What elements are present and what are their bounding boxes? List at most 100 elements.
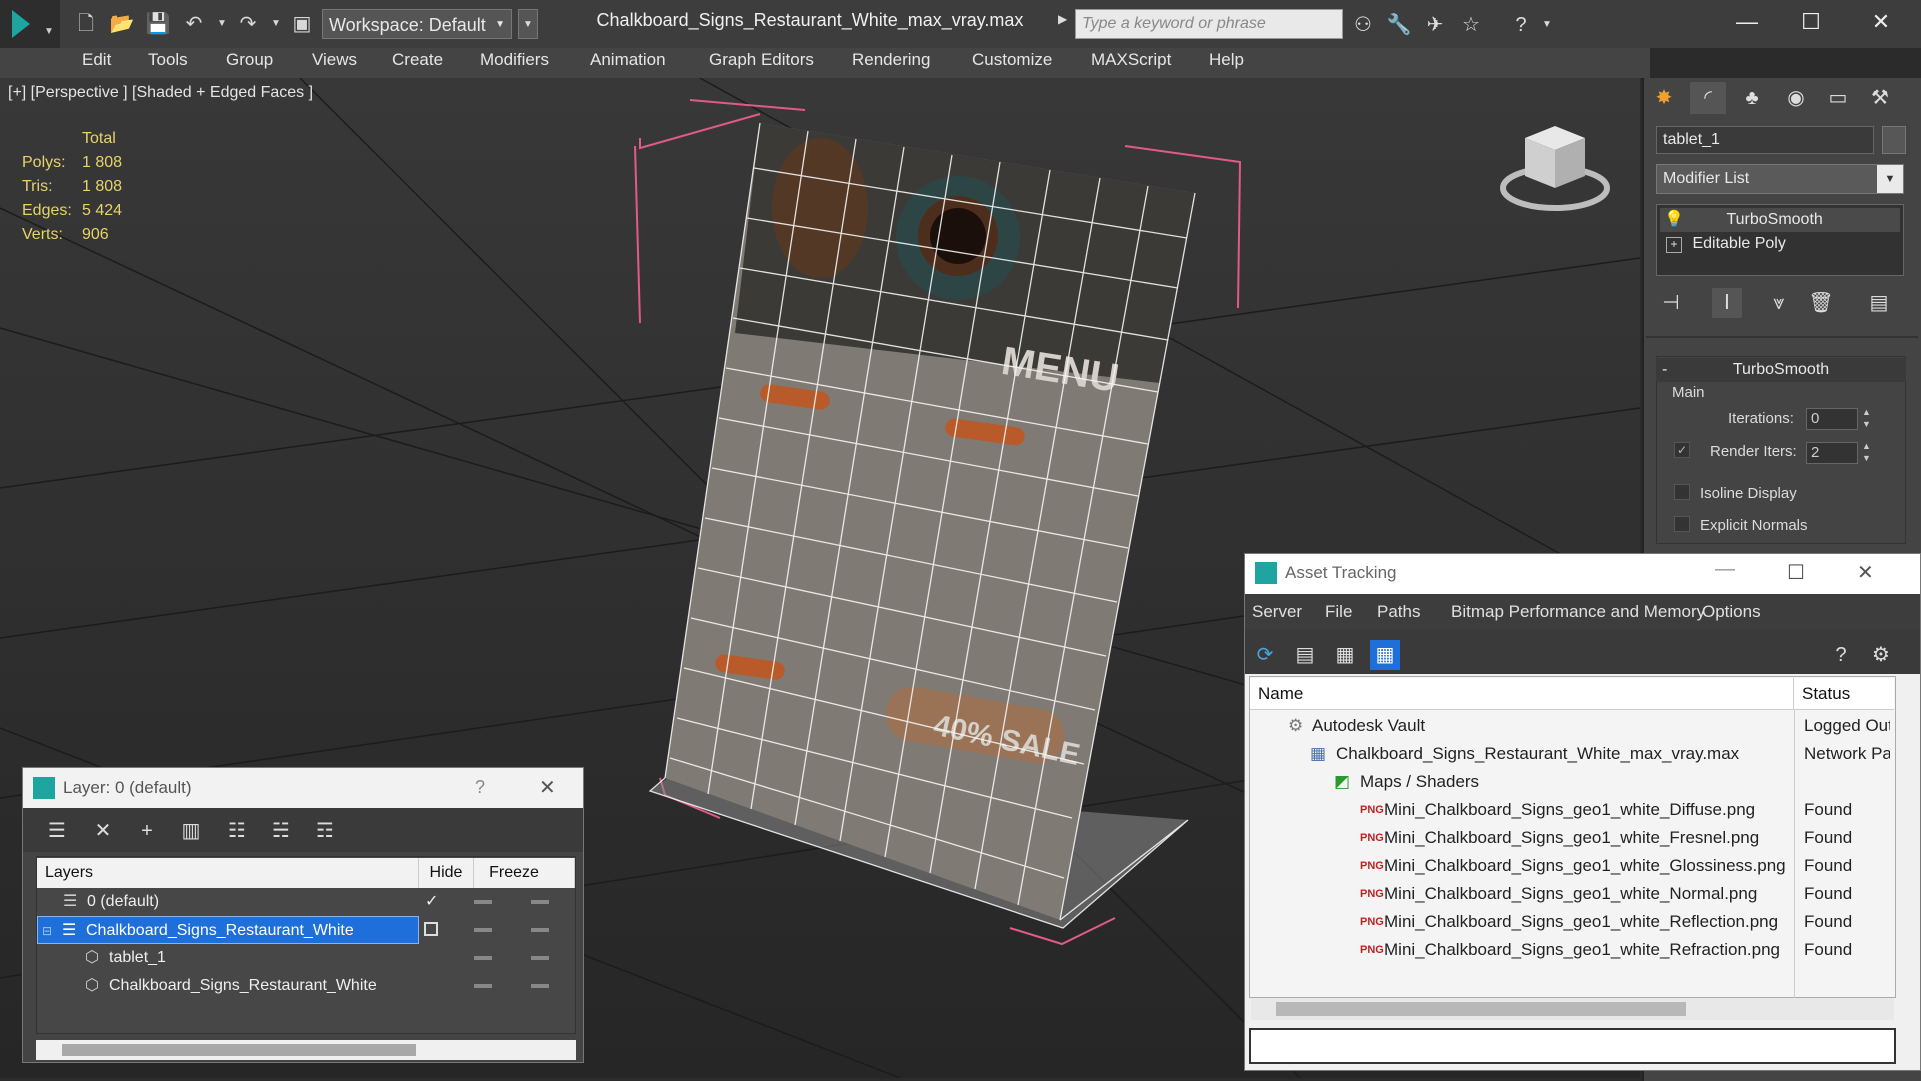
menu-bitmap-performance[interactable]: Bitmap Performance and Memory — [1451, 602, 1705, 622]
new-layer-icon[interactable]: ☰ — [42, 816, 72, 846]
modifier-list-dropdown[interactable]: Modifier List ▼ — [1656, 164, 1904, 194]
column-header-status[interactable]: Status — [1794, 678, 1894, 710]
freeze-toggle[interactable] — [531, 956, 549, 960]
explicit-normals-checkbox[interactable] — [1674, 516, 1690, 532]
viewport-label[interactable]: [+] [Perspective ] [Shaded + Edged Faces… — [8, 84, 313, 102]
menu-customize[interactable]: Customize — [972, 50, 1052, 70]
menu-animation[interactable]: Animation — [590, 50, 666, 70]
select-objects-icon[interactable]: ▥ — [176, 816, 206, 846]
asset-row-maps[interactable]: ◩ Maps / Shaders — [1250, 768, 1890, 796]
layer-row-default[interactable]: ☰ 0 (default) ✓ — [37, 888, 575, 916]
stack-item-editable-poly[interactable]: + Editable Poly — [1660, 232, 1900, 256]
undo-dropdown-icon[interactable]: ▼ — [208, 10, 236, 38]
minimize-button[interactable]: — — [1715, 558, 1735, 581]
asset-path-field[interactable] — [1249, 1028, 1896, 1064]
spinner-arrows-icon[interactable]: ▲ ▼ — [1862, 440, 1871, 464]
lightbulb-icon[interactable]: 💡 — [1664, 208, 1684, 232]
asset-row-png[interactable]: PNG Mini_Chalkboard_Signs_geo1_white_Ref… — [1250, 908, 1890, 936]
make-current-icon[interactable] — [424, 922, 438, 936]
redo-dropdown-icon[interactable]: ▼ — [262, 10, 290, 38]
configure-modifier-sets-icon[interactable]: ▤ — [1864, 288, 1894, 318]
object-name-field[interactable]: tablet_1 — [1656, 126, 1874, 154]
make-unique-icon[interactable]: ⩔ — [1764, 288, 1794, 318]
menu-create[interactable]: Create — [392, 50, 443, 70]
community-icon[interactable]: ✈ — [1420, 10, 1450, 40]
workspace-menu-button[interactable]: ▼ — [518, 9, 538, 39]
freeze-toggle[interactable] — [531, 984, 549, 988]
workspace-dropdown[interactable]: Workspace: Default ▼ — [322, 9, 512, 39]
column-header-layers[interactable]: Layers — [37, 858, 419, 888]
collapse-minus-icon[interactable]: ⊟ — [42, 917, 52, 945]
project-folder-icon[interactable]: ▣ — [288, 10, 316, 38]
layer-window-titlebar[interactable]: Layer: 0 (default) ? ✕ — [23, 768, 583, 808]
asset-row-png[interactable]: PNG Mini_Chalkboard_Signs_geo1_white_Ref… — [1250, 936, 1890, 964]
layer-row-chalkboard-object[interactable]: ⬡ Chalkboard_Signs_Restaurant_White — [37, 972, 575, 1000]
freeze-toggle[interactable] — [531, 928, 549, 932]
menu-graph-editors[interactable]: Graph Editors — [709, 50, 814, 70]
tools-icon[interactable]: 🔧 — [1384, 10, 1414, 40]
turbosmooth-rollout-header[interactable]: - TurboSmooth — [1656, 358, 1906, 382]
help-dropdown-icon[interactable]: ▼ — [1532, 10, 1562, 40]
stack-item-turbosmooth[interactable]: 💡 TurboSmooth — [1660, 208, 1900, 232]
asset-tracking-titlebar[interactable]: Asset Tracking — ☐ ✕ — [1245, 554, 1920, 594]
column-header-freeze[interactable]: Freeze — [474, 858, 575, 888]
favorites-star-icon[interactable]: ☆ — [1456, 10, 1486, 40]
freeze-toggle[interactable] — [531, 900, 549, 904]
add-to-layer-icon[interactable]: + — [132, 816, 162, 846]
hide-toggle[interactable] — [474, 928, 492, 932]
settings-icon[interactable]: ⚙ — [1866, 640, 1896, 670]
open-file-icon[interactable]: 📂 — [108, 10, 136, 38]
asset-row-png[interactable]: PNG Mini_Chalkboard_Signs_geo1_white_Nor… — [1250, 880, 1890, 908]
undo-icon[interactable]: ↶ — [180, 10, 208, 38]
save-icon[interactable]: 💾 — [144, 10, 172, 38]
utilities-tab-icon[interactable]: ⚒ — [1862, 82, 1898, 114]
close-button[interactable]: ✕ — [1856, 4, 1906, 40]
minimize-button[interactable]: — — [1722, 4, 1772, 40]
asset-row-png[interactable]: PNG Mini_Chalkboard_Signs_geo1_white_Glo… — [1250, 852, 1890, 880]
display-tab-icon[interactable]: ▭ — [1820, 82, 1856, 114]
asset-row-vault[interactable]: ⚙ Autodesk Vault Logged Out — [1250, 712, 1890, 740]
table-view-icon[interactable]: ▦ — [1370, 640, 1400, 670]
modify-tab-icon[interactable]: ◜ — [1690, 82, 1726, 114]
menu-maxscript[interactable]: MAXScript — [1091, 50, 1171, 70]
menu-edit[interactable]: Edit — [82, 50, 111, 70]
menu-help[interactable]: Help — [1209, 50, 1244, 70]
menu-views[interactable]: Views — [312, 50, 357, 70]
pin-stack-icon[interactable]: ⊣ — [1656, 288, 1686, 318]
asset-row-png[interactable]: PNG Mini_Chalkboard_Signs_geo1_white_Dif… — [1250, 796, 1890, 824]
show-end-result-icon[interactable]: Ⅰ — [1712, 288, 1742, 318]
iterations-spinner[interactable]: 0 — [1806, 408, 1858, 430]
refresh-icon[interactable]: ⟳ — [1250, 640, 1280, 670]
menu-server[interactable]: Server — [1252, 602, 1302, 622]
hide-toggle[interactable] — [474, 984, 492, 988]
scrollbar-thumb[interactable] — [1276, 1002, 1686, 1016]
hierarchy-tab-icon[interactable]: ♣ — [1734, 82, 1770, 114]
layer-row-chalkboard[interactable]: ⊟ ☰ Chalkboard_Signs_Restaurant_White — [37, 916, 419, 944]
play-arrow-icon[interactable]: ▶ — [1058, 12, 1067, 26]
asset-row-max-file[interactable]: ▦ Chalkboard_Signs_Restaurant_White_max_… — [1250, 740, 1890, 768]
hide-all-layers-icon[interactable]: ☵ — [266, 816, 296, 846]
menu-file[interactable]: File — [1325, 602, 1352, 622]
scrollbar-thumb[interactable] — [62, 1044, 416, 1056]
motion-tab-icon[interactable]: ◉ — [1778, 82, 1814, 114]
binoculars-icon[interactable]: ⚇ — [1348, 10, 1378, 40]
asset-row-png[interactable]: PNG Mini_Chalkboard_Signs_geo1_white_Fre… — [1250, 824, 1890, 852]
app-logo-menu[interactable]: ▼ — [0, 0, 60, 48]
hide-toggle[interactable] — [474, 900, 492, 904]
menu-group[interactable]: Group — [226, 50, 273, 70]
highlight-layer-icon[interactable]: ☷ — [222, 816, 252, 846]
remove-modifier-icon[interactable]: 🗑 — [1806, 288, 1836, 318]
layer-row-tablet[interactable]: ⬡ tablet_1 — [37, 944, 575, 972]
maximize-button[interactable]: ☐ — [1786, 4, 1836, 40]
search-input[interactable]: Type a keyword or phrase — [1075, 9, 1343, 39]
help-icon[interactable]: ? — [1826, 640, 1856, 670]
spinner-arrows-icon[interactable]: ▲ ▼ — [1862, 406, 1871, 430]
redo-icon[interactable]: ↷ — [234, 10, 262, 38]
menu-rendering[interactable]: Rendering — [852, 50, 930, 70]
new-file-icon[interactable]: 🗋 — [72, 10, 100, 38]
collapse-minus-icon[interactable]: - — [1662, 358, 1667, 382]
menu-modifiers[interactable]: Modifiers — [480, 50, 549, 70]
current-layer-check-icon[interactable]: ✓ — [425, 888, 438, 916]
delete-layer-icon[interactable]: ✕ — [88, 816, 118, 846]
hide-toggle[interactable] — [474, 956, 492, 960]
